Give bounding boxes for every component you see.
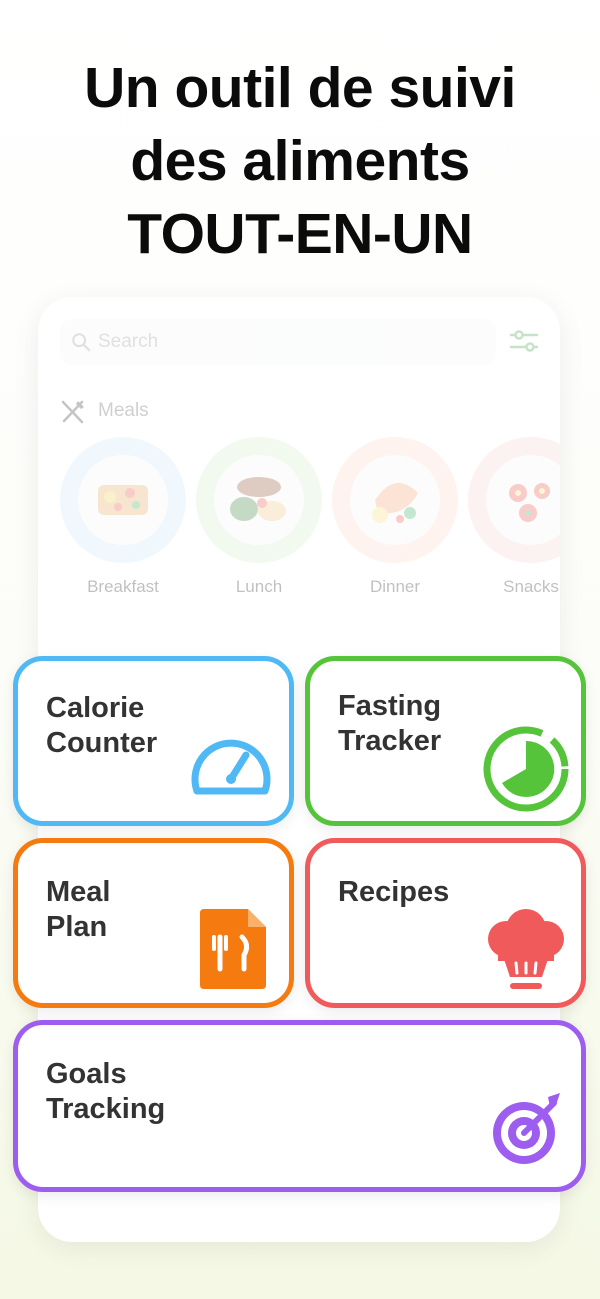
feature-card-goals-tracking[interactable]: Goals Tracking <box>13 1020 586 1192</box>
meal-category-dinner[interactable]: Dinner <box>332 437 458 597</box>
feature-title-line-2: Tracker <box>338 725 442 757</box>
feature-card-recipes[interactable]: Recipes <box>305 838 586 1008</box>
search-input[interactable]: Search <box>60 319 496 365</box>
headline-line-2: des aliments <box>130 129 470 193</box>
feature-title-line-2: Tracking <box>46 1093 166 1125</box>
search-placeholder: Search <box>98 331 159 352</box>
feature-title-line-2: Counter <box>46 727 158 759</box>
fork-knife-icon <box>61 400 84 424</box>
feature-title: Fasting Tracker <box>338 689 441 759</box>
meal-plan-document-icon <box>200 909 266 989</box>
headline-line-1: Un outil de suivi <box>84 56 516 120</box>
target-icon <box>493 1093 560 1164</box>
lunch-plate-image <box>196 437 322 563</box>
feature-title-line-1: Meal <box>46 876 111 908</box>
filter-icon[interactable] <box>508 327 540 357</box>
feature-title-line-1: Calorie <box>46 692 145 724</box>
dinner-plate-image <box>332 437 458 563</box>
fasting-timer-icon <box>483 726 569 812</box>
meal-label: Snacks <box>503 577 559 596</box>
dinner-food-icon <box>372 483 418 523</box>
feature-card-meal-plan[interactable]: Meal Plan <box>13 838 294 1008</box>
meal-label: Breakfast <box>87 577 159 596</box>
feature-title-line-2: Plan <box>46 911 108 943</box>
meal-label: Dinner <box>369 577 421 596</box>
search-icon <box>72 333 91 352</box>
feature-title: Recipes <box>338 875 449 910</box>
headline: Un outil de suivi des aliments TOUT-EN-U… <box>0 52 600 271</box>
feature-title: Meal Plan <box>46 875 110 945</box>
feature-title-line-1: Goals <box>46 1058 127 1090</box>
lunch-food-icon <box>230 477 286 521</box>
meal-label: Lunch <box>235 577 283 596</box>
snacks-plate-image <box>468 437 560 563</box>
breakfast-food-icon <box>98 485 148 515</box>
feature-title-line-1: Fasting <box>338 690 442 722</box>
feature-title: Calorie Counter <box>46 691 157 761</box>
meal-category-lunch[interactable]: Lunch <box>196 437 322 597</box>
meals-section-title: Meals <box>98 400 149 421</box>
feature-card-calorie-counter[interactable]: Calorie Counter <box>13 656 294 826</box>
breakfast-plate-image <box>60 437 186 563</box>
meal-category-breakfast[interactable]: Breakfast <box>60 437 186 597</box>
chef-hat-icon <box>488 909 564 989</box>
snacks-food-icon <box>509 483 550 522</box>
speedometer-icon <box>191 739 271 795</box>
feature-card-fasting-tracker[interactable]: Fasting Tracker <box>305 656 586 826</box>
headline-line-3: TOUT-EN-UN <box>127 202 473 266</box>
feature-title-line-1: Recipes <box>338 876 450 908</box>
meal-category-snacks[interactable]: Snacks <box>468 437 560 597</box>
feature-title: Goals Tracking <box>46 1057 165 1127</box>
